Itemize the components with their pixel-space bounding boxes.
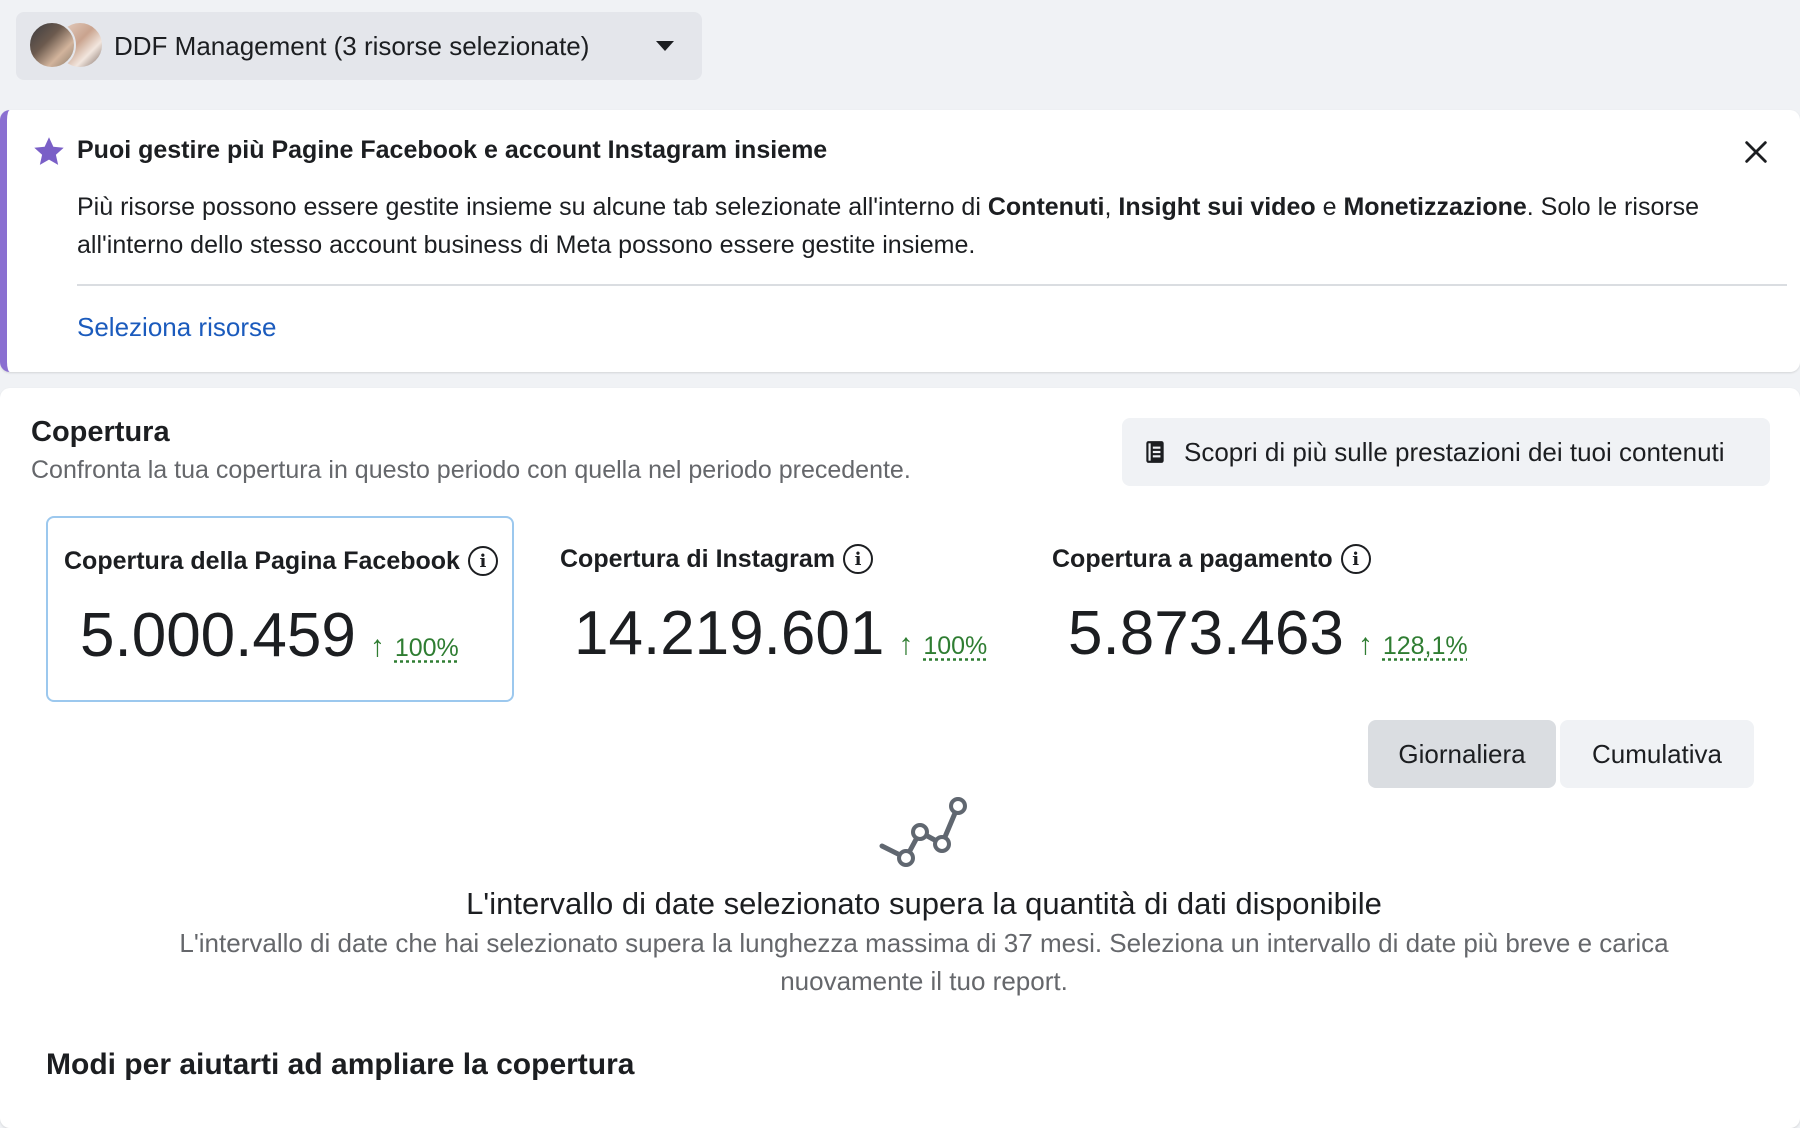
select-assets-link[interactable]: Seleziona risorse <box>77 312 276 343</box>
info-icon[interactable]: i <box>467 546 498 576</box>
metric-label-text: Copertura della Pagina Facebook <box>64 546 460 575</box>
multi-asset-banner: Puoi gestire più Pagine Facebook e accou… <box>0 110 1800 372</box>
toggle-cumulative[interactable]: Cumulativa <box>1560 720 1754 788</box>
metric-label: Copertura a pagamento i <box>1052 544 1371 574</box>
metric-value-number: 14.219.601 <box>574 599 885 668</box>
account-selector-label: DDF Management (3 risorse selezionate) <box>114 30 590 61</box>
metric-value: 5.873.463 ↑ 128,1% <box>1068 598 1468 669</box>
empty-state-title: L'intervallo di date selezionato supera … <box>466 886 1382 921</box>
chevron-down-icon <box>656 41 674 51</box>
star-icon <box>34 137 64 165</box>
section-subtitle: Confronta la tua copertura in questo per… <box>31 456 911 484</box>
toggle-daily[interactable]: Giornaliera <box>1368 720 1556 788</box>
trend: ↑ 128,1% <box>1358 628 1468 662</box>
banner-body-text: Più risorse possono essere gestite insie… <box>77 193 988 221</box>
metric-label-text: Copertura di Instagram <box>560 544 836 573</box>
trend-percent[interactable]: 100% <box>923 632 987 661</box>
divider <box>77 284 1787 286</box>
empty-state-description: L'intervallo di date che hai selezionato… <box>179 928 1669 996</box>
account-selector[interactable]: DDF Management (3 risorse selezionate) <box>16 12 702 80</box>
avatar <box>28 21 76 69</box>
metric-label: Copertura di Instagram i <box>560 544 874 574</box>
metric-facebook-reach[interactable]: Copertura della Pagina Facebook i 5.000.… <box>46 516 514 702</box>
trend-percent[interactable]: 128,1% <box>1383 632 1468 661</box>
metric-value-number: 5.000.459 <box>80 601 356 670</box>
reach-card: Copertura Confronta la tua copertura in … <box>0 388 1800 1128</box>
section-title: Copertura <box>31 416 170 448</box>
metric-label-text: Copertura a pagamento <box>1052 544 1333 573</box>
banner-body-highlight: Insight sui video <box>1118 193 1316 221</box>
metric-value: 14.219.601 ↑ 100% <box>574 598 987 669</box>
banner-body-text: e <box>1315 193 1344 221</box>
metric-paid-reach[interactable]: Copertura a pagamento i 5.873.463 ↑ 128,… <box>1032 516 1502 702</box>
banner-body-highlight: Contenuti <box>987 193 1105 221</box>
trend: ↑ 100% <box>898 628 987 662</box>
banner-title: Puoi gestire più Pagine Facebook e accou… <box>77 136 828 164</box>
metric-label: Copertura della Pagina Facebook i <box>64 546 498 576</box>
metric-instagram-reach[interactable]: Copertura di Instagram i 14.219.601 ↑ 10… <box>540 516 1010 702</box>
arrow-up-icon: ↑ <box>898 628 914 661</box>
trend-percent[interactable]: 100% <box>395 634 459 663</box>
banner-body-text: , <box>1104 193 1119 221</box>
info-icon[interactable]: i <box>843 544 874 574</box>
banner-body-highlight: Monetizzazione <box>1343 193 1527 221</box>
learn-more-button[interactable]: Scopri di più sulle prestazioni dei tuoi… <box>1122 418 1770 486</box>
reach-view-toggle: Giornaliera Cumulativa <box>1368 720 1754 788</box>
book-icon <box>1146 441 1164 463</box>
metric-value: 5.000.459 ↑ 100% <box>80 600 459 671</box>
banner-body: Più risorse possono essere gestite insie… <box>77 188 1787 264</box>
line-chart-icon <box>879 797 967 867</box>
tips-section-title: Modi per aiutarti ad ampliare la copertu… <box>46 1048 635 1081</box>
arrow-up-icon: ↑ <box>369 630 385 663</box>
info-icon[interactable]: i <box>1340 544 1371 574</box>
close-icon[interactable] <box>1742 138 1770 166</box>
metric-value-number: 5.873.463 <box>1068 599 1344 668</box>
arrow-up-icon: ↑ <box>1357 628 1373 661</box>
account-avatars <box>28 21 104 71</box>
learn-more-label: Scopri di più sulle prestazioni dei tuoi… <box>1184 436 1725 467</box>
trend: ↑ 100% <box>370 630 459 664</box>
